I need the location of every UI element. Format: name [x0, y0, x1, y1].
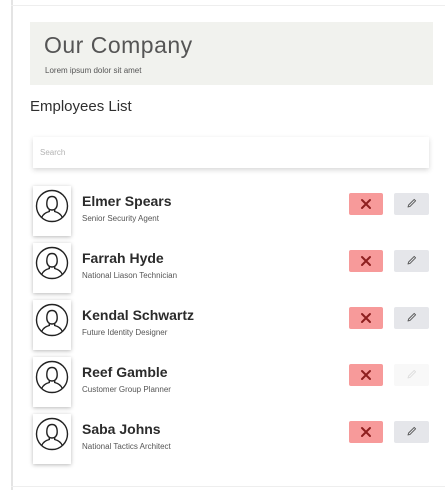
employee-name: Saba Johns	[82, 421, 161, 437]
employee-name: Farrah Hyde	[82, 250, 164, 266]
employee-role: Customer Group Planner	[82, 385, 171, 394]
delete-button[interactable]	[349, 193, 383, 215]
pencil-icon	[407, 426, 417, 436]
avatar	[33, 414, 71, 464]
edit-button[interactable]	[394, 250, 429, 272]
pencil-icon	[407, 255, 417, 265]
employee-role: National Tactics Architect	[82, 442, 171, 451]
company-header: Our Company Lorem ipsum dolor sit amet	[30, 22, 433, 85]
close-x-icon	[361, 256, 371, 266]
employee-row: Farrah Hyde National Liason Technician	[33, 243, 433, 299]
employee-row: Saba Johns National Tactics Architect	[33, 414, 433, 470]
delete-button[interactable]	[349, 421, 383, 443]
user-outline-icon	[35, 417, 69, 451]
edit-button[interactable]	[394, 193, 429, 215]
user-outline-icon	[35, 360, 69, 394]
employee-role: Senior Security Agent	[82, 214, 159, 223]
employees-list-title: Employees List	[30, 98, 132, 115]
edit-button[interactable]	[394, 421, 429, 443]
employee-row: Kendal Schwartz Future Identity Designer	[33, 300, 433, 356]
employee-name: Kendal Schwartz	[82, 307, 195, 323]
user-outline-icon	[35, 246, 69, 280]
bottom-border	[11, 486, 445, 487]
pencil-icon	[407, 312, 417, 322]
search-input[interactable]	[33, 137, 429, 168]
delete-button[interactable]	[349, 307, 383, 329]
avatar	[33, 186, 71, 236]
employee-name: Reef Gamble	[82, 364, 168, 380]
close-x-icon	[361, 370, 371, 380]
avatar	[33, 357, 71, 407]
user-outline-icon	[35, 189, 69, 223]
user-outline-icon	[35, 303, 69, 337]
pencil-icon	[407, 369, 417, 379]
avatar	[33, 300, 71, 350]
employee-role: National Liason Technician	[82, 271, 178, 280]
employee-name: Elmer Spears	[82, 193, 172, 209]
company-tagline: Lorem ipsum dolor sit amet	[45, 66, 142, 75]
pencil-icon	[407, 198, 417, 208]
left-border	[11, 0, 13, 490]
company-title: Our Company	[44, 32, 193, 58]
edit-button[interactable]	[394, 364, 429, 386]
employee-role: Future Identity Designer	[82, 328, 168, 337]
close-x-icon	[361, 427, 371, 437]
close-x-icon	[361, 199, 371, 209]
avatar	[33, 243, 71, 293]
employee-row: Elmer Spears Senior Security Agent	[33, 186, 433, 242]
delete-button[interactable]	[349, 364, 383, 386]
employee-row: Reef Gamble Customer Group Planner	[33, 357, 433, 413]
edit-button[interactable]	[394, 307, 429, 329]
delete-button[interactable]	[349, 250, 383, 272]
close-x-icon	[361, 313, 371, 323]
top-border	[11, 5, 445, 6]
